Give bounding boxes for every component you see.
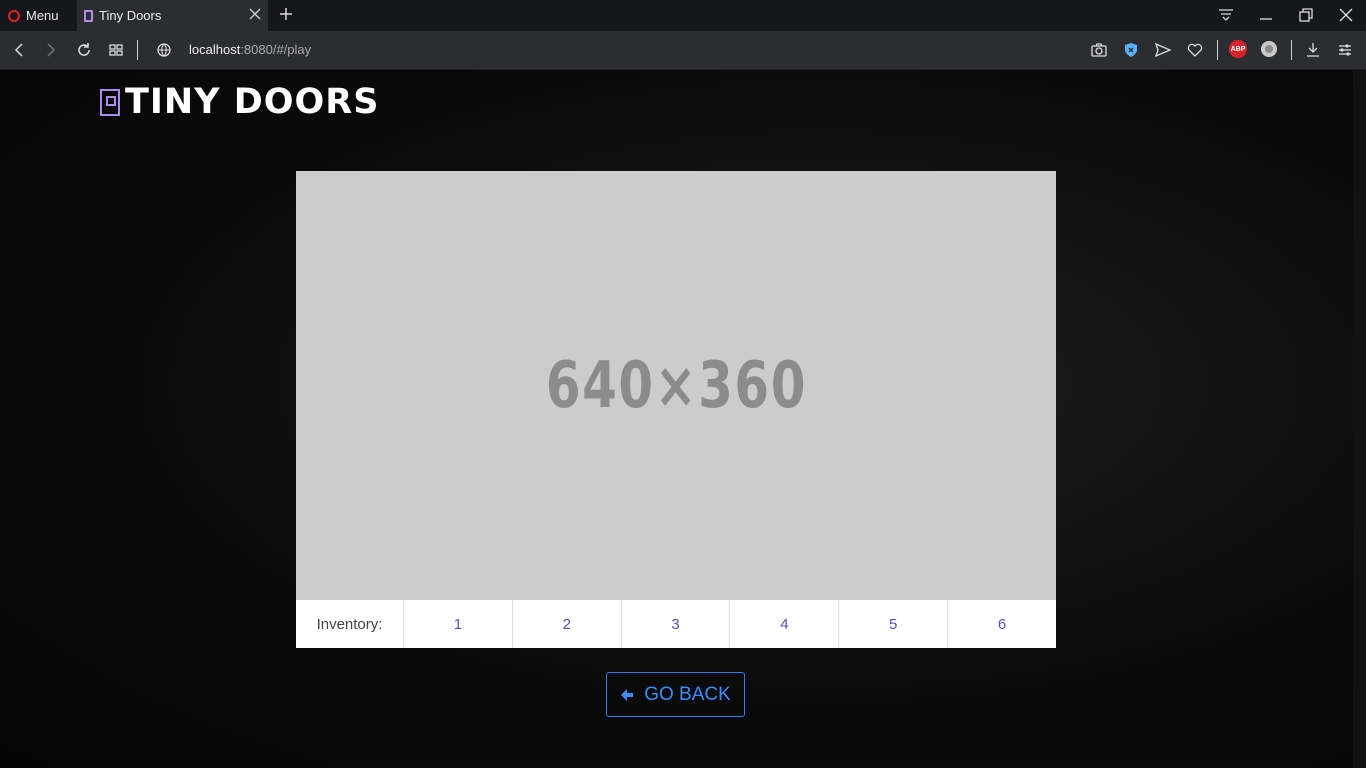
inventory-slot[interactable]: 6	[948, 600, 1056, 648]
game-canvas[interactable]: 640×360	[296, 171, 1056, 600]
inventory-bar: Inventory: 1 2 3 4 5 6	[296, 600, 1056, 648]
door-icon	[100, 88, 120, 116]
go-back-button[interactable]: GO BACK	[606, 672, 745, 717]
inventory-slot[interactable]: 5	[839, 600, 949, 648]
easy-setup-icon[interactable]	[1336, 41, 1354, 59]
page-scrollbar[interactable]	[1353, 70, 1366, 768]
logo-text: TINY DOORS	[125, 82, 380, 122]
go-back-label: GO BACK	[644, 683, 731, 705]
browser-menu-label: Menu	[26, 8, 59, 23]
shield-icon[interactable]	[1122, 41, 1140, 59]
url-field[interactable]: localhost:8080/#/play	[189, 42, 311, 57]
heart-icon[interactable]	[1186, 41, 1204, 59]
tab-menu-icon[interactable]	[1217, 6, 1235, 24]
opera-logo-icon	[8, 9, 20, 22]
arrow-left-icon	[621, 688, 634, 701]
close-tab-icon[interactable]	[248, 7, 262, 21]
separator	[1291, 40, 1292, 60]
inventory-slot[interactable]: 2	[513, 600, 622, 648]
download-icon[interactable]	[1304, 41, 1322, 59]
placeholder-text: 640×360	[545, 348, 807, 423]
adblock-icon[interactable]: ABP	[1229, 40, 1247, 58]
browser-tabbar: Menu Tiny Doors	[0, 0, 1366, 31]
inventory-slot[interactable]: 1	[404, 600, 513, 648]
back-icon[interactable]	[10, 41, 28, 59]
browser-address-bar: localhost:8080/#/play	[0, 31, 1366, 70]
url-path: :8080/#/play	[240, 42, 312, 57]
browser-tab-active[interactable]: Tiny Doors	[77, 0, 268, 31]
new-tab-icon[interactable]	[278, 6, 294, 22]
camera-icon[interactable]	[1090, 41, 1108, 59]
globe-icon[interactable]	[155, 41, 173, 59]
tab-title: Tiny Doors	[99, 8, 162, 23]
tab-favicon-icon	[84, 9, 93, 22]
inventory-label: Inventory:	[296, 600, 404, 648]
inventory-slot[interactable]: 3	[622, 600, 731, 648]
inventory-slot[interactable]: 4	[730, 600, 840, 648]
restore-icon[interactable]	[1297, 6, 1315, 24]
grid-icon[interactable]	[107, 41, 125, 59]
browser-menu-button[interactable]: Menu	[8, 0, 59, 31]
page-content: TINY DOORS 640×360 Inventory: 1 2 3 4 5 …	[0, 70, 1366, 768]
send-icon[interactable]	[1154, 41, 1172, 59]
forward-icon[interactable]	[42, 41, 60, 59]
reload-icon[interactable]	[75, 41, 93, 59]
separator	[137, 40, 138, 60]
minimize-icon[interactable]	[1257, 6, 1275, 24]
site-logo[interactable]: TINY DOORS	[100, 82, 379, 122]
vpn-icon[interactable]	[1261, 41, 1277, 57]
separator	[1217, 40, 1218, 60]
close-window-icon[interactable]	[1337, 6, 1355, 24]
url-host: localhost	[189, 42, 241, 57]
